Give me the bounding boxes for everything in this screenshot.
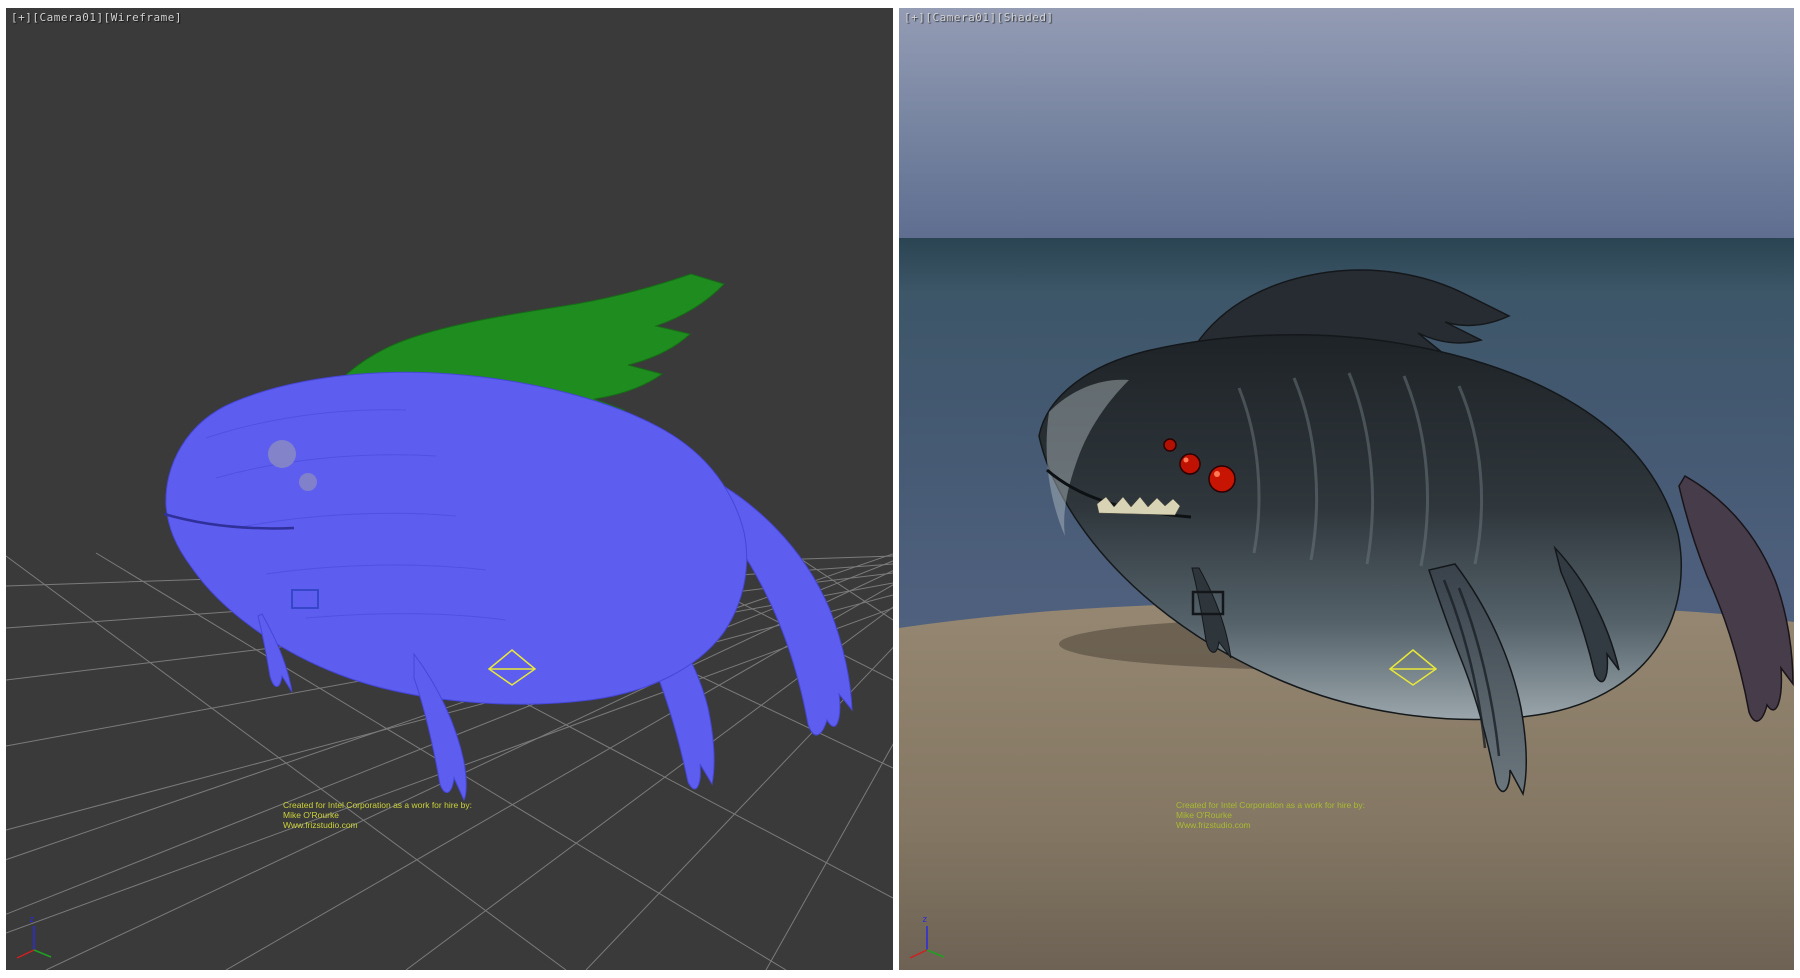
credit-line-3: Www.frizstudio.com bbox=[283, 820, 472, 830]
credit-text: Created for Intel Corporation as a work … bbox=[283, 800, 472, 830]
viewport-label: [+][Camera01][Shaded] bbox=[904, 11, 1054, 24]
credit-line-2: Mike O'Rourke bbox=[283, 810, 472, 820]
viewport-camera-button[interactable]: [Camera01] bbox=[32, 11, 103, 24]
viewport-shading-button[interactable]: [Shaded] bbox=[997, 11, 1054, 24]
eye-spot bbox=[268, 440, 296, 468]
fish-model[interactable] bbox=[164, 274, 852, 800]
viewport-wireframe[interactable]: [+][Camera01][Wireframe] bbox=[6, 8, 893, 970]
axis-tripod: z bbox=[17, 915, 51, 958]
fish-body[interactable] bbox=[166, 372, 747, 704]
viewport-shaded[interactable]: [+][Camera01][Shaded] bbox=[899, 8, 1794, 970]
credit-line-1: Created for Intel Corporation as a work … bbox=[1176, 800, 1365, 810]
viewport-camera-button[interactable]: [Camera01] bbox=[925, 11, 996, 24]
credit-text: Created for Intel Corporation as a work … bbox=[1176, 800, 1365, 830]
credit-line-3: Www.frizstudio.com bbox=[1176, 820, 1365, 830]
viewport-shading-button[interactable]: [Wireframe] bbox=[104, 11, 182, 24]
axis-z-label: z bbox=[29, 915, 34, 925]
viewport-label: [+][Camera01][Wireframe] bbox=[11, 11, 182, 24]
viewport-menu-button[interactable]: [+] bbox=[11, 11, 32, 24]
credit-line-2: Mike O'Rourke bbox=[1176, 810, 1365, 820]
credit-line-1: Created for Intel Corporation as a work … bbox=[283, 800, 472, 810]
viewport-menu-button[interactable]: [+] bbox=[904, 11, 925, 24]
axis-z-label: z bbox=[922, 915, 927, 925]
eye-spot bbox=[299, 473, 317, 491]
